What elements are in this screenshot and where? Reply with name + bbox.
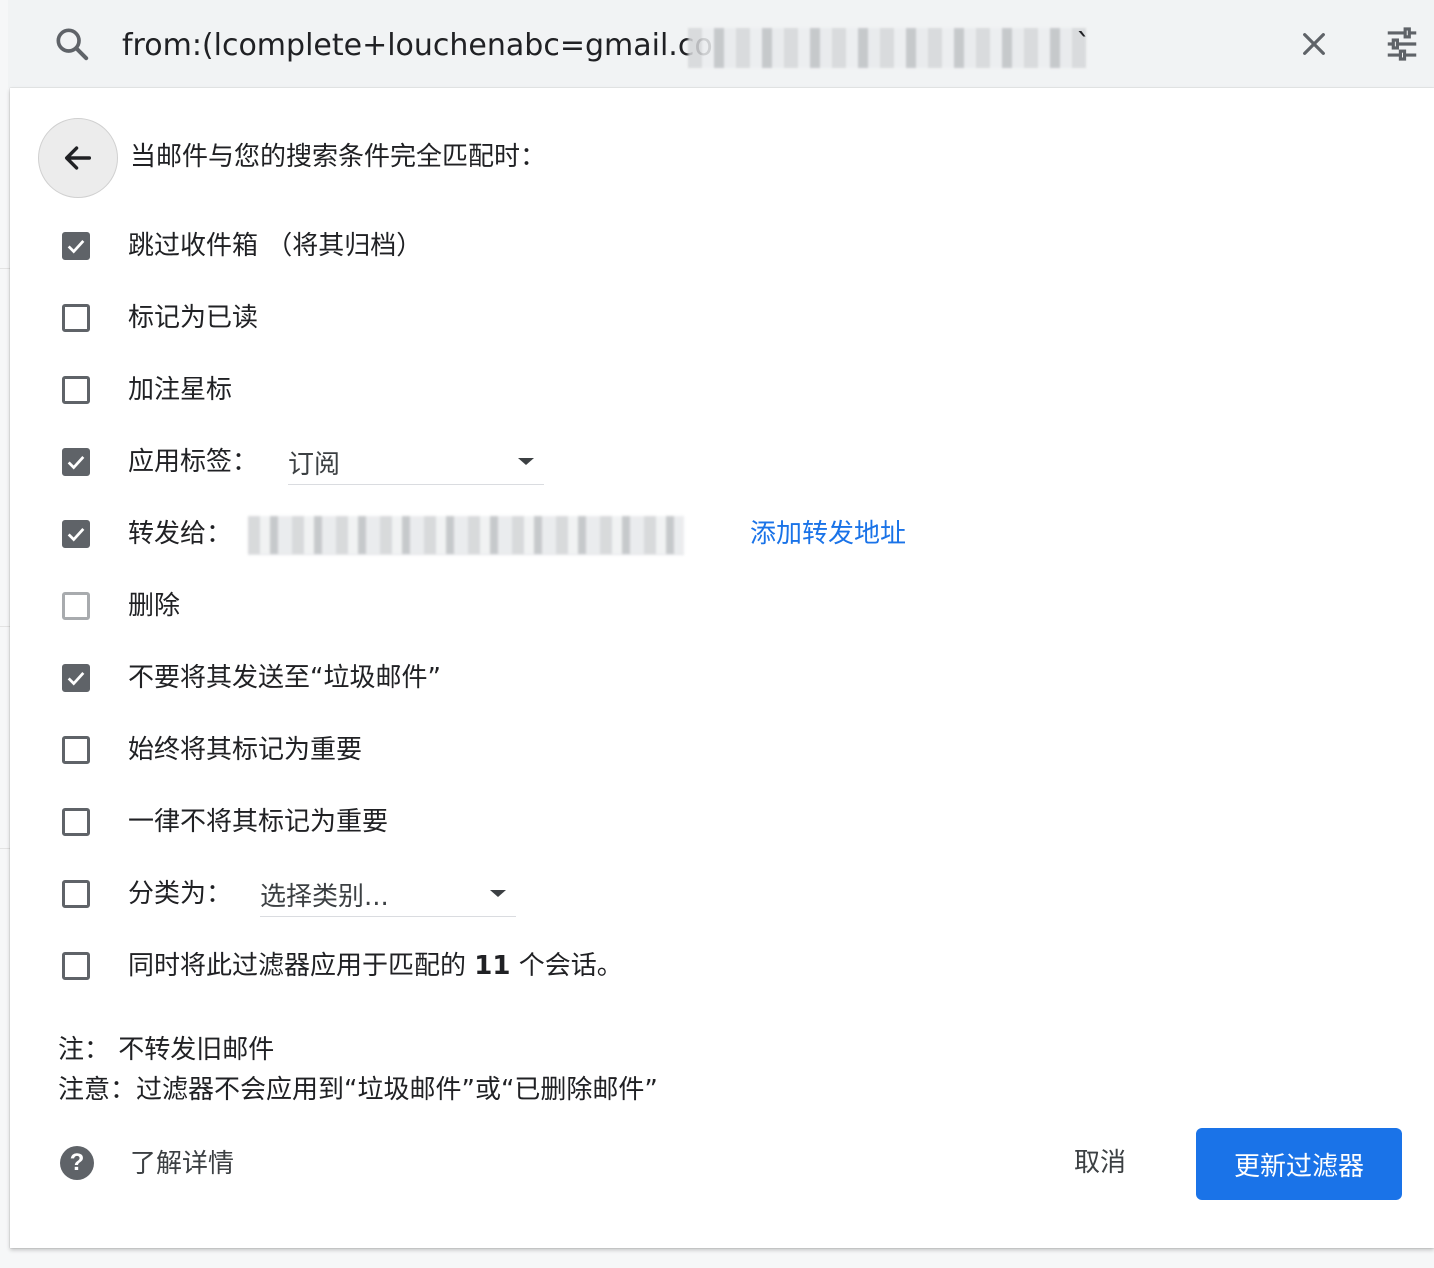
option-categorize: 分类为： [62, 872, 232, 916]
option-label: 应用标签： [128, 447, 259, 477]
note-spam-trash: 注意：过滤器不会应用到“垃圾邮件”或“已删除邮件” [58, 1075, 658, 1105]
option-label: 始终将其标记为重要 [128, 735, 363, 765]
tune-icon [1387, 27, 1417, 61]
checkbox-mark-read[interactable] [62, 304, 90, 332]
caret-down-icon [490, 890, 506, 897]
option-mark-read: 标记为已读 [62, 296, 258, 340]
option-forward: 转发给： [62, 512, 232, 556]
search-bar: from:(lcomplete+louchenabc=gmail.co ` [8, 0, 1434, 88]
add-forwarding-address-link[interactable]: 添加转发地址 [750, 514, 906, 554]
search-icon[interactable] [52, 24, 92, 64]
checkbox-apply-label[interactable] [62, 448, 90, 476]
search-options-button[interactable] [1378, 20, 1426, 68]
match-count: 11 [474, 951, 511, 981]
option-apply-existing: 同时将此过滤器应用于匹配的 11 个会话。 [62, 944, 623, 988]
checkbox-always-important[interactable] [62, 736, 90, 764]
label-select[interactable]: 订阅 [288, 440, 544, 485]
forward-address-select[interactable] [248, 516, 684, 555]
option-label: 删除 [128, 591, 181, 621]
option-apply-label: 应用标签： [62, 440, 258, 484]
check-icon [67, 528, 85, 542]
filter-panel: 当邮件与您的搜索条件完全匹配时： 跳过收件箱 （将其归档） 标记为已读 加注星标… [10, 88, 1434, 1248]
option-label: 同时将此过滤器应用于匹配的 11 个会话。 [128, 947, 623, 985]
checkbox-skip-inbox[interactable] [62, 232, 90, 260]
arrow-back-icon [64, 146, 92, 170]
checkbox-forward[interactable] [62, 520, 90, 548]
cancel-button[interactable]: 取消 [1050, 1140, 1150, 1186]
option-delete: 删除 [62, 584, 180, 628]
checkbox-never-spam[interactable] [62, 664, 90, 692]
option-label: 不要将其发送至“垃圾邮件” [128, 663, 441, 693]
option-never-important: 一律不将其标记为重要 [62, 800, 388, 844]
clear-search-button[interactable] [1290, 20, 1338, 68]
option-label-prefix: 同时将此过滤器应用于匹配的 [128, 951, 467, 981]
option-star: 加注星标 [62, 368, 232, 412]
option-label-suffix: 个会话。 [518, 951, 623, 981]
option-label: 标记为已读 [128, 303, 259, 333]
option-always-important: 始终将其标记为重要 [62, 728, 362, 772]
option-label: 转发给： [128, 519, 233, 549]
redacted-query-text [688, 28, 1086, 68]
option-label: 加注星标 [128, 375, 233, 405]
option-label: 分类为： [128, 879, 233, 909]
label-select-value: 订阅 [288, 449, 341, 480]
learn-more-link[interactable]: 了解详情 [130, 1144, 234, 1184]
search-query-tail: ` [1076, 28, 1091, 63]
back-button[interactable] [38, 118, 118, 198]
help-icon[interactable]: ? [60, 1146, 94, 1180]
check-icon [67, 672, 85, 686]
search-input[interactable]: from:(lcomplete+louchenabc=gmail.co [122, 24, 713, 68]
option-label: 跳过收件箱 （将其归档） [128, 231, 423, 261]
close-icon [1303, 33, 1325, 55]
category-select-value: 选择类别... [260, 881, 389, 912]
option-never-spam: 不要将其发送至“垃圾邮件” [62, 656, 441, 700]
checkbox-apply-existing[interactable] [62, 952, 90, 980]
check-icon [67, 240, 85, 254]
checkbox-delete[interactable] [62, 592, 90, 620]
checkbox-categorize[interactable] [62, 880, 90, 908]
note-forward: 注： 不转发旧邮件 [58, 1035, 275, 1065]
panel-header: 当邮件与您的搜索条件完全匹配时： [130, 142, 547, 172]
checkbox-never-important[interactable] [62, 808, 90, 836]
checkbox-star[interactable] [62, 376, 90, 404]
update-filter-button[interactable]: 更新过滤器 [1196, 1128, 1402, 1200]
option-label: 一律不将其标记为重要 [128, 807, 389, 837]
check-icon [67, 456, 85, 470]
caret-down-icon [518, 458, 534, 465]
option-skip-inbox: 跳过收件箱 （将其归档） [62, 224, 422, 268]
search-query: from:(lcomplete+louchenabc=gmail.co [122, 28, 713, 63]
category-select[interactable]: 选择类别... [260, 872, 516, 917]
